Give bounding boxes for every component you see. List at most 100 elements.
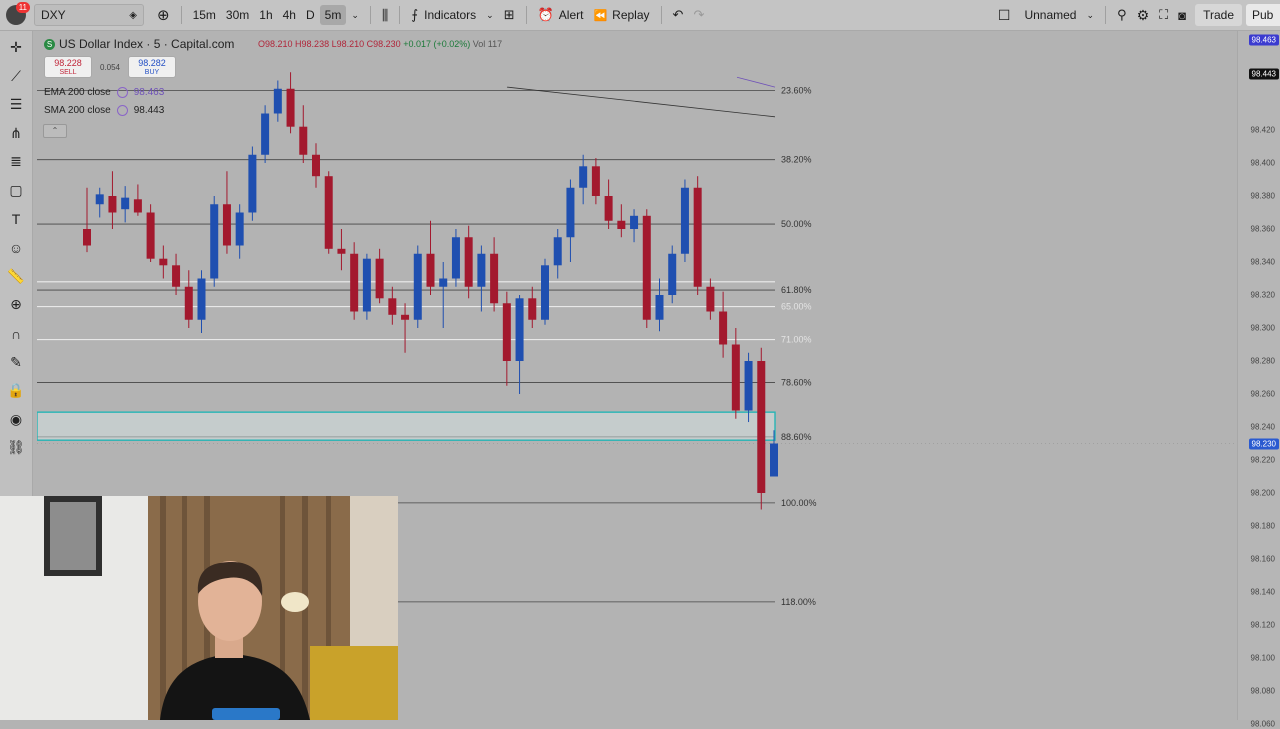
candle-body bbox=[299, 126, 308, 155]
sma-visibility-icon[interactable] bbox=[116, 105, 128, 116]
candle-body bbox=[375, 258, 384, 299]
emoji-icon[interactable]: ☺ bbox=[4, 236, 28, 260]
divider bbox=[369, 6, 371, 24]
timeframe-5m[interactable]: 5m bbox=[319, 5, 347, 25]
sell-button[interactable]: 98.228 SELL bbox=[44, 56, 92, 78]
alert-icon: ⏰ bbox=[537, 7, 554, 22]
indicators-button[interactable]: ⨍ Indicators bbox=[406, 0, 481, 30]
timeframe-4h[interactable]: 4h bbox=[278, 0, 301, 30]
chart-type-icon[interactable]: ⫼ bbox=[377, 0, 393, 30]
timeframe-dropdown-icon[interactable]: ⌄ bbox=[346, 0, 364, 30]
compare-icon[interactable]: ⊕ bbox=[152, 0, 175, 30]
candle bbox=[95, 187, 104, 218]
candle-body bbox=[630, 215, 639, 229]
price-tick-label: 98.420 bbox=[1250, 125, 1275, 135]
indicators-dropdown-icon[interactable]: ⌄ bbox=[481, 0, 499, 30]
layout-name-button[interactable]: Unnamed bbox=[1019, 0, 1081, 30]
wall-picture-inner bbox=[50, 502, 96, 570]
ema-price-tag: 98.463 bbox=[1248, 34, 1279, 46]
ema-label: EMA 200 close bbox=[44, 87, 111, 98]
favorite-icon[interactable]: ◈ bbox=[129, 10, 137, 21]
horizontal-lines-icon[interactable]: ☰ bbox=[4, 93, 28, 117]
candle-body bbox=[477, 253, 486, 287]
candle bbox=[528, 286, 537, 328]
candle-body bbox=[95, 194, 104, 205]
quick-search-icon[interactable]: ⚲ bbox=[1112, 0, 1132, 30]
fib-retracement-icon[interactable]: ≣ bbox=[4, 150, 28, 174]
buy-button[interactable]: 98.282 BUY bbox=[128, 56, 176, 78]
sma-indicator-row[interactable]: SMA 200 close 98.443 bbox=[44, 105, 164, 116]
price-scale[interactable]: 98.420 98.400 98.380 98.360 98.340 98.320 98.3… bbox=[1237, 31, 1280, 729]
candle bbox=[757, 347, 766, 510]
candle-body bbox=[617, 220, 626, 229]
candle-body bbox=[515, 298, 524, 361]
candle bbox=[83, 187, 91, 253]
sma-value: 98.443 bbox=[133, 105, 165, 116]
candle-body bbox=[719, 311, 728, 345]
fib-level-label: 71.00% bbox=[781, 335, 812, 345]
candle-body bbox=[146, 212, 155, 259]
timeframe-1h[interactable]: 1h bbox=[254, 0, 277, 30]
buy-label: BUY bbox=[144, 69, 160, 76]
price-tick-label: 98.400 bbox=[1250, 158, 1275, 168]
candle-body bbox=[133, 199, 142, 213]
magnet-icon[interactable]: ∩ bbox=[4, 322, 28, 346]
ema-indicator-row[interactable]: EMA 200 close 98.463 bbox=[44, 87, 164, 98]
publish-button[interactable]: Pub bbox=[1246, 4, 1280, 26]
trend-line-icon[interactable]: ⟋ bbox=[4, 64, 28, 88]
sell-label: SELL bbox=[59, 69, 77, 76]
templates-icon[interactable]: ⊞ bbox=[499, 0, 520, 30]
lock-icon[interactable]: 🔒 bbox=[4, 379, 28, 403]
candle bbox=[172, 253, 181, 295]
candle-body bbox=[706, 286, 715, 312]
drawing-mode-icon[interactable]: ✎ bbox=[4, 350, 28, 374]
sma-price-tag: 98.443 bbox=[1248, 68, 1279, 80]
candle-body bbox=[362, 258, 371, 312]
timeframe-d[interactable]: D bbox=[301, 0, 320, 30]
fullscreen-icon[interactable]: ⛶ bbox=[1154, 0, 1173, 30]
ruler-icon[interactable]: 📏 bbox=[4, 264, 28, 288]
layout-dropdown-icon[interactable]: ⌄ bbox=[1081, 0, 1099, 30]
visibility-icon[interactable]: ◉ bbox=[4, 407, 28, 431]
supply-demand-zone bbox=[37, 411, 776, 441]
replay-button[interactable]: ⏪ Replay bbox=[588, 0, 654, 30]
replay-label: Replay bbox=[612, 8, 650, 22]
candle bbox=[477, 245, 486, 312]
price-tick-label: 98.180 bbox=[1250, 521, 1275, 531]
user-menu-icon[interactable]: 11 bbox=[6, 2, 30, 25]
timeframe-30m[interactable]: 30m bbox=[221, 0, 254, 30]
candle bbox=[312, 143, 320, 188]
candle bbox=[680, 179, 689, 262]
undo-icon[interactable]: ↶ bbox=[668, 0, 689, 30]
pitchfork-icon[interactable]: ⋔ bbox=[4, 121, 28, 145]
candle bbox=[591, 158, 600, 205]
candle bbox=[490, 237, 499, 312]
price-tick-label: 98.160 bbox=[1250, 554, 1275, 564]
trade-button[interactable]: Trade bbox=[1195, 4, 1242, 26]
candle-body bbox=[197, 278, 206, 320]
candle bbox=[464, 225, 473, 299]
ema-visibility-icon[interactable] bbox=[116, 87, 128, 98]
symbol-search[interactable]: DXY ◈ bbox=[34, 4, 144, 26]
zoom-icon[interactable]: ⊕ bbox=[4, 293, 28, 317]
price-tick-label: 98.200 bbox=[1250, 488, 1275, 498]
candle-body bbox=[108, 196, 117, 213]
alert-label: Alert bbox=[558, 8, 584, 22]
camera-icon[interactable]: ◙ bbox=[1173, 0, 1191, 30]
candle bbox=[502, 291, 511, 386]
shapes-icon[interactable]: ▢ bbox=[4, 179, 28, 203]
close-value: C98.230 bbox=[366, 39, 401, 49]
symbol-title-row[interactable]: S US Dollar Index · 5 · Capital.com bbox=[44, 37, 234, 51]
text-icon[interactable]: T bbox=[4, 207, 28, 231]
settings-icon[interactable]: ⚙ bbox=[1132, 0, 1155, 30]
alert-button[interactable]: ⏰ Alert bbox=[533, 0, 589, 30]
candle-body bbox=[642, 215, 651, 320]
fib-level-label: 118.00% bbox=[781, 597, 816, 607]
legend-collapse-icon[interactable]: ⌃ bbox=[43, 124, 67, 138]
candle bbox=[375, 248, 384, 304]
layout-icon[interactable]: ☐ bbox=[993, 0, 1016, 30]
timeframe-15m[interactable]: 15m bbox=[188, 0, 221, 30]
link-icon[interactable]: ⛓ bbox=[4, 436, 28, 460]
crosshair-icon[interactable]: ✛ bbox=[4, 36, 28, 60]
redo-icon[interactable]: ↷ bbox=[688, 0, 709, 30]
